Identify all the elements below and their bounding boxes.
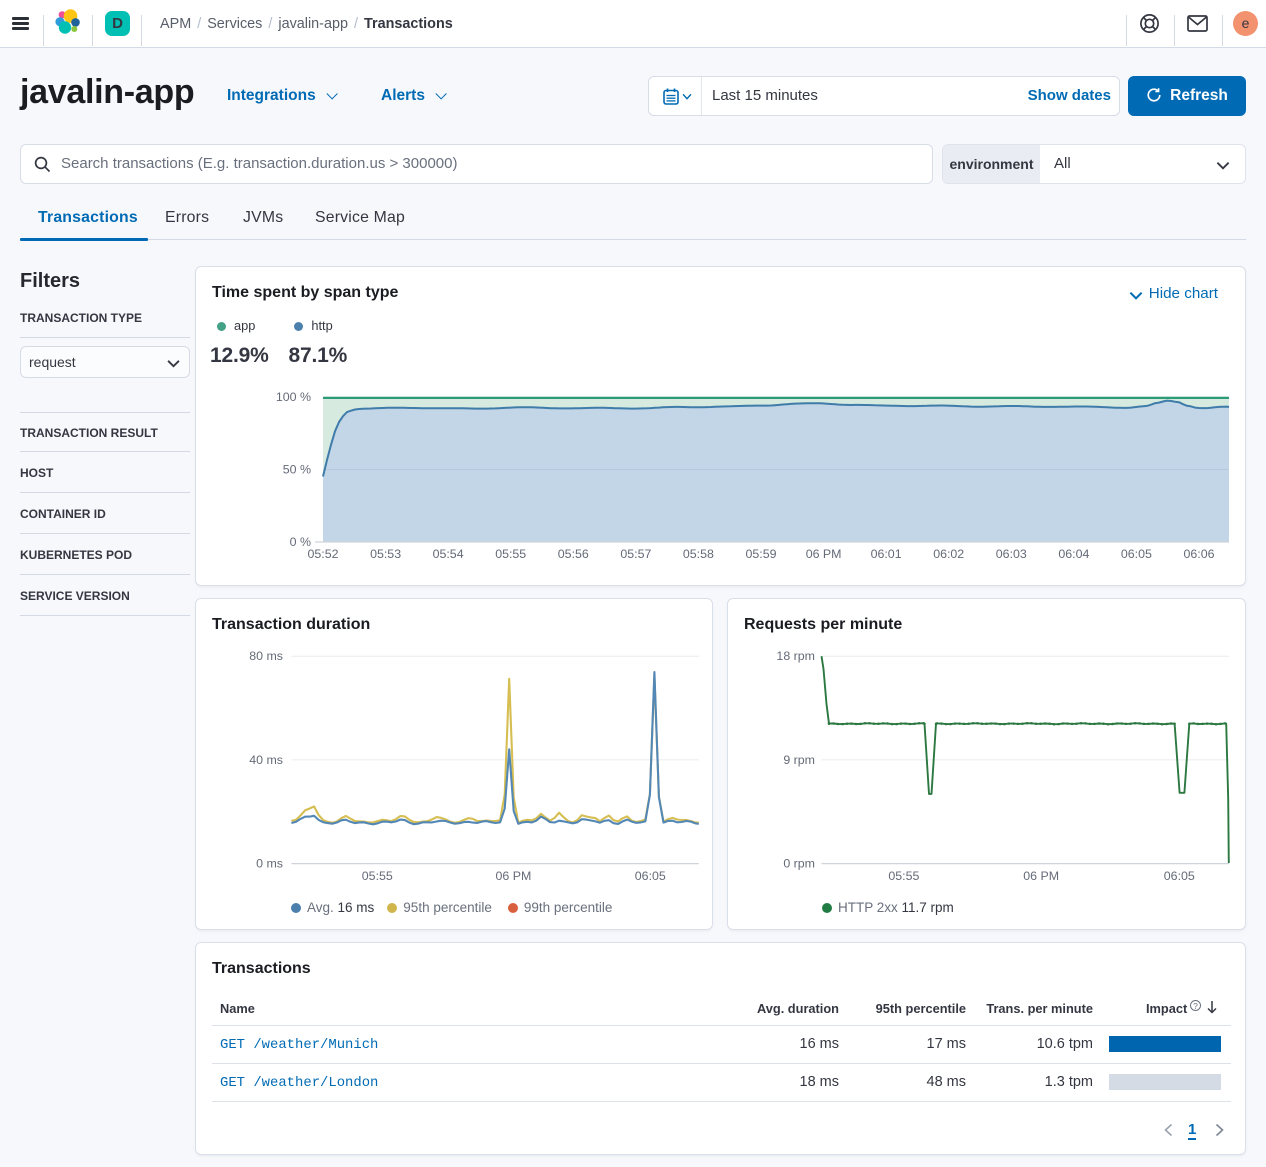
svg-text:40 ms: 40 ms xyxy=(249,753,283,767)
svg-text:100 %: 100 % xyxy=(276,390,311,404)
svg-text:05:55: 05:55 xyxy=(362,869,393,883)
svg-text:50 %: 50 % xyxy=(283,463,311,477)
svg-text:9 rpm: 9 rpm xyxy=(783,753,815,767)
svg-text:06:05: 06:05 xyxy=(1121,547,1152,561)
svg-text:05:54: 05:54 xyxy=(433,547,464,561)
svg-text:05:53: 05:53 xyxy=(370,547,401,561)
svg-text:0 rpm: 0 rpm xyxy=(783,857,815,871)
svg-text:06:06: 06:06 xyxy=(1183,547,1214,561)
svg-text:06 PM: 06 PM xyxy=(1023,869,1059,883)
svg-text:05:52: 05:52 xyxy=(307,547,338,561)
svg-text:18 rpm: 18 rpm xyxy=(776,649,815,663)
svg-text:06:02: 06:02 xyxy=(933,547,964,561)
svg-text:05:55: 05:55 xyxy=(495,547,526,561)
svg-text:06:05: 06:05 xyxy=(1164,869,1195,883)
svg-text:05:56: 05:56 xyxy=(558,547,589,561)
svg-text:06:04: 06:04 xyxy=(1058,547,1089,561)
svg-text:05:55: 05:55 xyxy=(888,869,919,883)
svg-text:06:05: 06:05 xyxy=(635,869,666,883)
svg-text:06:03: 06:03 xyxy=(996,547,1027,561)
svg-text:80 ms: 80 ms xyxy=(249,649,283,663)
svg-text:0 ms: 0 ms xyxy=(256,857,283,871)
svg-text:05:57: 05:57 xyxy=(620,547,651,561)
svg-text:06 PM: 06 PM xyxy=(806,547,842,561)
svg-text:05:58: 05:58 xyxy=(683,547,714,561)
svg-text:06 PM: 06 PM xyxy=(495,869,531,883)
svg-text:06:01: 06:01 xyxy=(871,547,902,561)
svg-text:05:59: 05:59 xyxy=(745,547,776,561)
